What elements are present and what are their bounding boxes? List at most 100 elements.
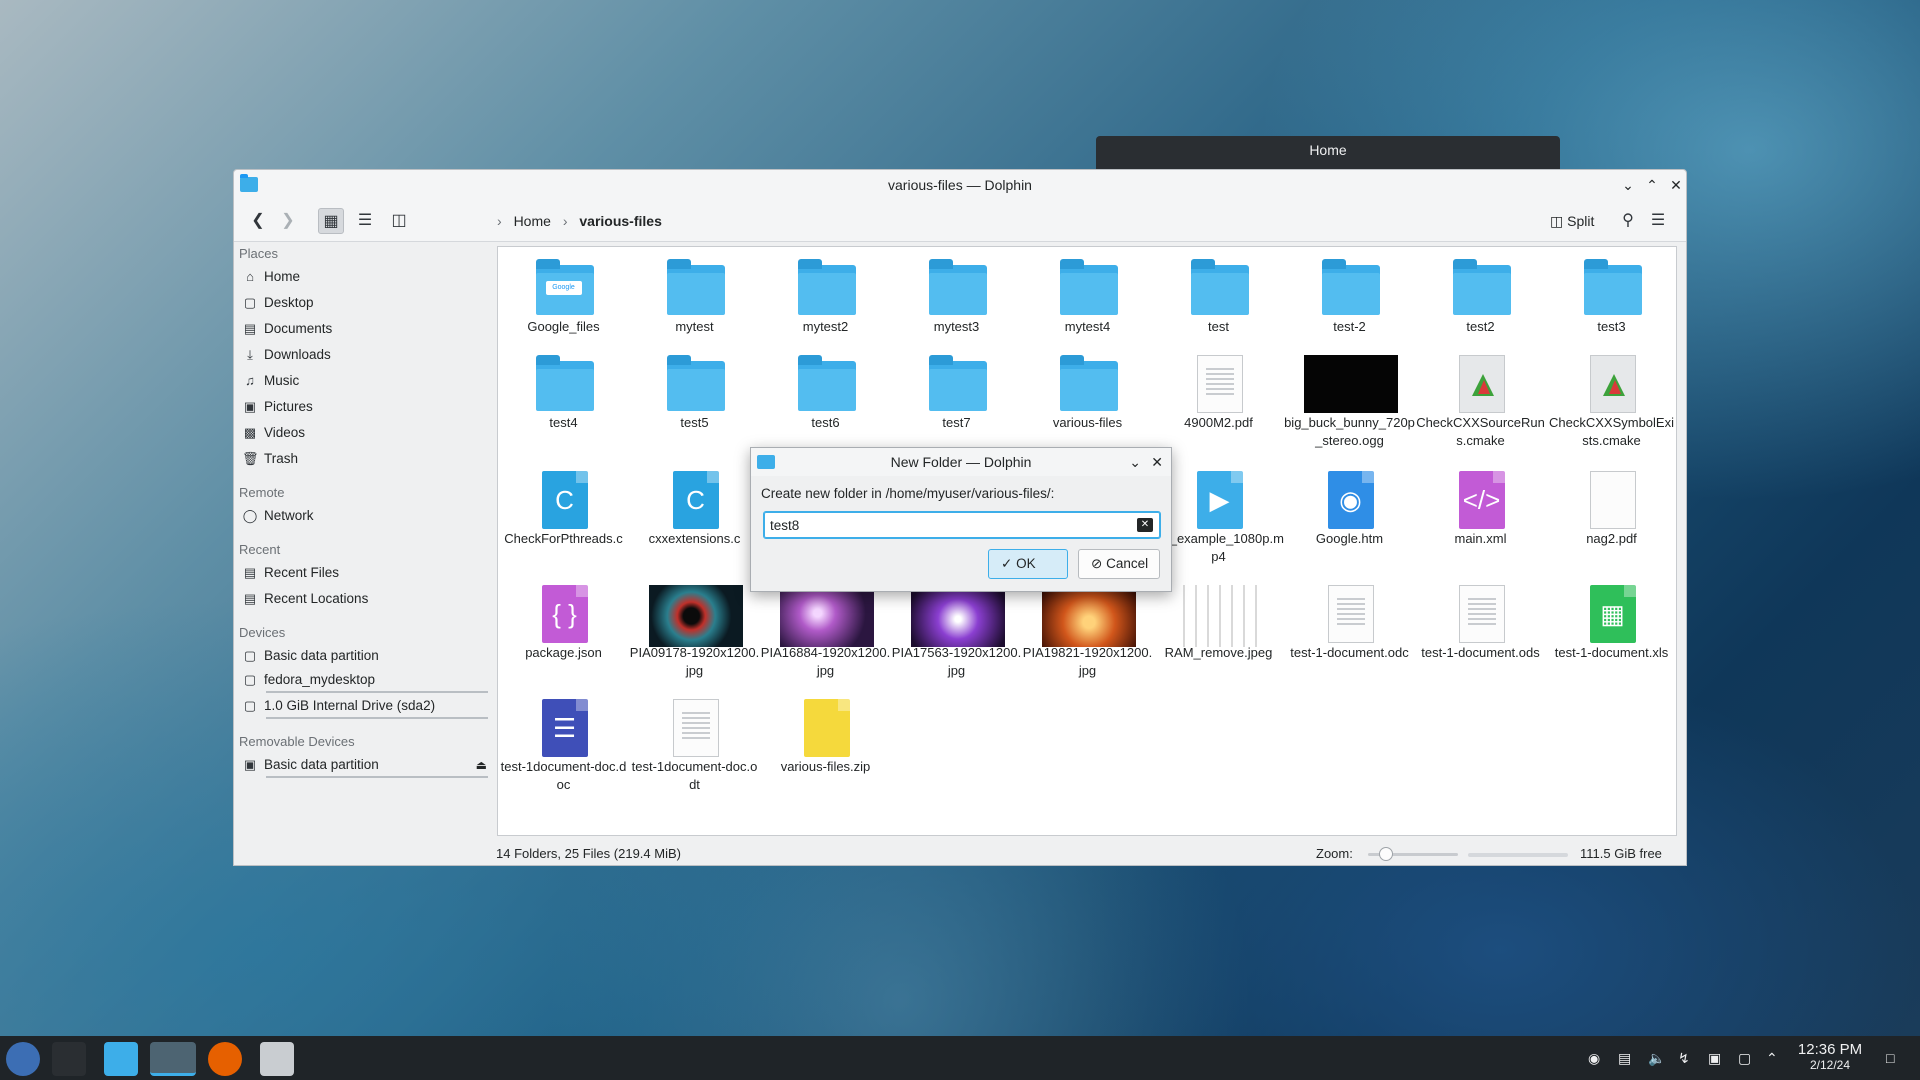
- sidebar-item-recent-locations[interactable]: ▤ Recent Locations: [242, 588, 487, 610]
- bluetooth-icon[interactable]: ↯: [1678, 1036, 1690, 1080]
- sidebar-item-device-3[interactable]: ▢ 1.0 GiB Internal Drive (sda2): [242, 695, 488, 719]
- folder-name-input[interactable]: [763, 511, 1161, 539]
- file-item[interactable]: mytest: [629, 259, 760, 336]
- file-item[interactable]: PIA09178-1920x1200.jpg: [629, 585, 760, 680]
- firefox-icon[interactable]: [208, 1042, 242, 1076]
- zoom-slider[interactable]: [1368, 847, 1458, 861]
- folder-icon: [666, 355, 725, 411]
- cancel-button[interactable]: ⊘ Cancel: [1078, 549, 1160, 579]
- file-name: package.json: [525, 645, 602, 660]
- file-item[interactable]: nag2.pdf: [1546, 471, 1677, 548]
- dialog-title-bar[interactable]: New Folder — Dolphin ⌄ ✕: [751, 448, 1171, 476]
- eject-icon[interactable]: ⏏: [476, 754, 487, 776]
- file-item[interactable]: ▦ test-1-document.xls: [1546, 585, 1677, 662]
- file-name: test: [1208, 319, 1229, 334]
- file-item[interactable]: test-1-document.odc: [1284, 585, 1415, 662]
- show-hidden-icons-icon[interactable]: ⌃: [1766, 1036, 1778, 1080]
- status-summary: 14 Folders, 25 Files (219.4 MiB): [496, 846, 681, 861]
- file-item[interactable]: test6: [760, 355, 891, 432]
- sidebar-item-recent-files[interactable]: ▤ Recent Files: [242, 562, 487, 584]
- breadcrumb-home[interactable]: Home: [514, 213, 551, 229]
- sidebar-item-device-2[interactable]: ▢ fedora_mydesktop: [242, 669, 488, 693]
- file-item[interactable]: test-2: [1284, 259, 1415, 336]
- file-item[interactable]: various-files: [1022, 355, 1153, 432]
- back-button[interactable]: ❮: [248, 208, 268, 234]
- sidebar-item-music[interactable]: ♫ Music: [242, 370, 487, 392]
- file-item[interactable]: CheckCXXSourceRuns.cmake: [1415, 355, 1546, 450]
- maximize-button[interactable]: ⌃: [1642, 175, 1662, 195]
- network-tray-icon[interactable]: ▢: [1738, 1036, 1751, 1080]
- breadcrumb-current[interactable]: various-files: [579, 213, 661, 229]
- file-name: test4: [549, 415, 578, 430]
- file-item[interactable]: test3: [1546, 259, 1677, 336]
- file-item[interactable]: PIA17563-1920x1200.jpg: [891, 585, 1022, 680]
- details-view-button[interactable]: ◫: [386, 208, 412, 234]
- file-item[interactable]: big_buck_bunny_720p_stereo.ogg: [1284, 355, 1415, 450]
- file-item[interactable]: ☰ test-1document-doc.doc: [498, 699, 629, 794]
- file-item[interactable]: 4900M2.pdf: [1153, 355, 1284, 432]
- file-item[interactable]: CheckCXXSymbolExists.cmake: [1546, 355, 1677, 450]
- dolphin-task-icon[interactable]: [150, 1042, 196, 1076]
- close-button[interactable]: ✕: [1666, 175, 1686, 195]
- file-name: PIA16884-1920x1200.jpg: [760, 645, 891, 678]
- sidebar-item-device-1[interactable]: ▢ Basic data partition: [242, 645, 487, 667]
- cmake-file-icon: [1453, 355, 1509, 413]
- removable-device-icon[interactable]: ▣: [1708, 1036, 1721, 1080]
- file-item[interactable]: C CheckForPthreads.c: [498, 471, 629, 548]
- zoom-slider-handle[interactable]: [1379, 847, 1393, 861]
- folder-icon: [1321, 259, 1380, 315]
- split-button[interactable]: ◫ Split: [1550, 208, 1594, 234]
- file-item[interactable]: test: [1153, 259, 1284, 336]
- dialog-close-button[interactable]: ✕: [1151, 448, 1163, 476]
- file-name: PIA17563-1920x1200.jpg: [891, 645, 1022, 678]
- file-item[interactable]: PIA19821-1920x1200.jpg: [1022, 585, 1153, 680]
- file-item[interactable]: test7: [891, 355, 1022, 432]
- file-name: CheckForPthreads.c: [504, 531, 623, 546]
- sidebar-item-trash[interactable]: 🗑 Trash: [242, 448, 487, 470]
- sidebar-item-pictures[interactable]: ▣ Pictures: [242, 396, 487, 418]
- clock[interactable]: 12:36 PM 2/12/24: [1790, 1041, 1870, 1072]
- file-item[interactable]: mytest4: [1022, 259, 1153, 336]
- system-monitor-icon[interactable]: [52, 1042, 86, 1076]
- icons-view-button[interactable]: ▦: [318, 208, 344, 234]
- sidebar-item-downloads[interactable]: ⤓ Downloads: [242, 344, 487, 366]
- file-item[interactable]: test-1-document.ods: [1415, 585, 1546, 662]
- sidebar-item-videos[interactable]: ▩ Videos: [242, 422, 487, 444]
- file-item[interactable]: test5: [629, 355, 760, 432]
- forward-button[interactable]: ❯: [278, 208, 298, 234]
- dialog-menu-icon[interactable]: ⌄: [1129, 448, 1141, 476]
- file-item[interactable]: Google Google_files: [498, 259, 629, 336]
- file-item[interactable]: test4: [498, 355, 629, 432]
- file-item[interactable]: Ccxxextensions.c: [629, 471, 760, 548]
- file-item[interactable]: mytest2: [760, 259, 891, 336]
- file-manager-task-icon[interactable]: [260, 1042, 294, 1076]
- discover-icon[interactable]: [104, 1042, 138, 1076]
- file-item[interactable]: { } package.json: [498, 585, 629, 662]
- sidebar-item-removable-1[interactable]: ▣ Basic data partition ⏏: [242, 754, 488, 778]
- hamburger-menu-icon[interactable]: ☰: [1647, 208, 1669, 234]
- clear-text-icon[interactable]: ✕: [1137, 518, 1153, 532]
- file-item[interactable]: test-1document-doc.odt: [629, 699, 760, 794]
- file-item[interactable]: </> main.xml: [1415, 471, 1546, 548]
- title-bar[interactable]: various-files — Dolphin ⌄ ⌃ ✕: [234, 170, 1686, 200]
- file-item[interactable]: ▶ file_example_1080p.mp4: [1153, 471, 1284, 566]
- file-item[interactable]: RAM_remove.jpeg: [1153, 585, 1284, 662]
- fedora-launcher-icon[interactable]: [6, 1042, 40, 1076]
- file-item[interactable]: ◉ Google.htm: [1284, 471, 1415, 548]
- tray-update-icon[interactable]: ◉: [1588, 1036, 1600, 1080]
- ok-button[interactable]: ✓ OK: [988, 549, 1068, 579]
- sidebar-item-network[interactable]: ◯ Network: [242, 505, 487, 527]
- minimize-button[interactable]: ⌄: [1618, 175, 1638, 195]
- file-item[interactable]: various-files.zip: [760, 699, 891, 776]
- compact-view-button[interactable]: ☰: [352, 208, 378, 234]
- file-item[interactable]: mytest3: [891, 259, 1022, 336]
- clipboard-icon[interactable]: ▤: [1618, 1036, 1631, 1080]
- sidebar-item-desktop[interactable]: ▢ Desktop: [242, 292, 487, 314]
- sidebar-item-home[interactable]: ⌂ Home: [242, 266, 487, 288]
- file-item[interactable]: PIA16884-1920x1200.jpg: [760, 585, 891, 680]
- file-item[interactable]: test2: [1415, 259, 1546, 336]
- sidebar-item-documents[interactable]: ▤ Documents: [242, 318, 487, 340]
- show-desktop-icon[interactable]: □: [1886, 1036, 1894, 1080]
- volume-icon[interactable]: 🔈: [1648, 1036, 1665, 1080]
- search-icon[interactable]: ⚲: [1617, 208, 1639, 234]
